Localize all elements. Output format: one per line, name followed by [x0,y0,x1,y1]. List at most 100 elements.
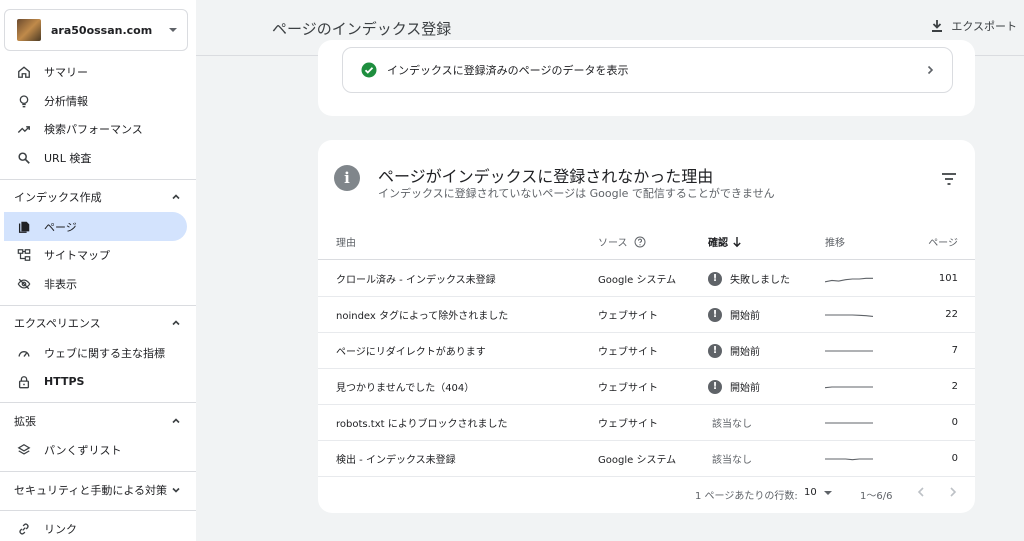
sidebar: ara50ossan.com サマリー 分析情報 検索パフォーマンス URL 検… [0,0,196,541]
reason-cell: robots.txt によりブロックされました [336,419,508,430]
sidebar-item-label: URL 検査 [44,151,92,165]
divider [0,305,196,306]
property-selector[interactable]: ara50ossan.com [4,9,188,51]
trend-cell [825,369,873,404]
validation-status: 開始前 [730,347,760,358]
home-icon [16,64,32,80]
column-label: ソース [598,238,628,249]
card-subtitle: インデックスに登録されていないページは Google で配信することができません [378,187,775,200]
validation-status: 開始前 [730,311,760,322]
sitemap-icon [16,247,32,263]
page-icon [16,219,32,235]
export-button[interactable]: エクスポート [929,18,1017,34]
sidebar-item-url-inspection[interactable]: URL 検査 [4,143,187,172]
filter-icon[interactable] [941,172,957,186]
source-cell: Google システム [598,275,677,286]
trend-sparkline [825,277,873,282]
section-security[interactable]: セキュリティと手動による対策 [0,475,196,505]
caret-down-icon [169,28,177,32]
validation-cell: ! 開始前 [708,333,760,368]
caret-down-icon[interactable] [824,491,832,495]
trend-line [825,277,873,282]
trend-sparkline [825,457,873,460]
trend-sparkline [825,349,873,352]
trend-cell [825,441,873,476]
sidebar-item-label: HTTPS [44,375,85,388]
pages-cell: 0 [951,453,958,464]
sidebar-item-label: リンク [44,522,77,536]
gauge-icon [16,345,32,361]
sidebar-item-https[interactable]: HTTPS [4,367,187,396]
trend-line [825,457,873,460]
sidebar-item-performance[interactable]: 検索パフォーマンス [4,114,187,143]
page-title: ページのインデックス登録 [272,20,452,38]
section-label: 拡張 [14,415,36,428]
column-header-pages[interactable]: ページ [928,224,958,259]
chevron-right-icon [927,65,934,75]
chevron-up-icon [172,194,180,200]
validation-cell: 該当なし [708,441,752,476]
reason-cell: 見つかりませんでした（404） [336,383,475,394]
trend-sparkline [825,385,873,388]
trend-line [825,313,873,317]
property-name: ara50ossan.com [51,23,153,37]
sidebar-item-label: パンくずリスト [44,443,122,457]
source-cell: ウェブサイト [598,383,658,394]
sidebar-item-summary[interactable]: サマリー [4,57,187,86]
section-enhancements[interactable]: 拡張 [0,406,196,436]
divider [0,179,196,180]
table-row[interactable]: noindex タグによって除外されました ウェブサイト! 開始前 22 [318,297,975,333]
validation-cell: ! 開始前 [708,369,760,404]
column-header-reason[interactable]: 理由 [336,224,356,259]
sidebar-item-insights[interactable]: 分析情報 [4,86,187,115]
divider [0,402,196,403]
table-row[interactable]: クロール済み - インデックス未登録 Google システム! 失敗しました 101 [318,261,975,297]
help-icon[interactable] [634,236,646,248]
sidebar-item-removals[interactable]: 非表示 [4,269,187,298]
reason-cell: noindex タグによって除外されました [336,311,509,322]
sidebar-item-pages[interactable]: ページ [4,212,187,241]
lock-icon [16,374,32,390]
check-circle-icon [361,62,377,78]
source-cell: ウェブサイト [598,419,658,430]
sidebar-item-breadcrumbs[interactable]: パンくずリスト [4,435,187,464]
sidebar-item-label: ウェブに関する主な指標 [44,346,165,360]
rows-per-page-select[interactable]: 10 [804,487,817,498]
column-label: 確認 [708,238,728,249]
table-row[interactable]: ページにリダイレクトがあります ウェブサイト! 開始前 7 [318,333,975,369]
sidebar-item-core-web-vitals[interactable]: ウェブに関する主な指標 [4,338,187,367]
validation-status: 開始前 [730,383,760,394]
pages-cell: 22 [945,309,958,320]
trend-cell [825,405,873,440]
pages-cell: 7 [951,345,958,356]
rows-per-page-label: 1 ページあたりの行数: [695,491,798,502]
reason-cell: クロール済み - インデックス未登録 [336,275,496,286]
column-header-source[interactable]: ソース [598,224,646,259]
validation-status: 該当なし [712,455,752,466]
sidebar-item-links[interactable]: リンク [4,514,187,541]
download-icon [932,20,943,32]
source-cell: ウェブサイト [598,347,658,358]
info-icon: i [334,165,360,191]
table-row[interactable]: 検出 - インデックス未登録 Google システム 該当なし 0 [318,441,975,477]
trend-cell [825,297,873,332]
pagination: 1 ページあたりの行数: 10 1～6/6 [318,480,975,506]
trend-cell [825,261,873,296]
section-indexing[interactable]: インデックス作成 [0,182,196,212]
table-row[interactable]: robots.txt によりブロックされました ウェブサイト 該当なし 0 [318,405,975,441]
sidebar-item-sitemaps[interactable]: サイトマップ [4,240,187,269]
view-indexed-pages-link[interactable]: インデックスに登録済みのページのデータを表示 [342,47,953,93]
chevron-up-icon [172,418,180,424]
column-header-validation[interactable]: 確認 [708,224,742,259]
table-row[interactable]: 見つかりませんでした（404） ウェブサイト ! 開始前 2 [318,369,975,405]
chevron-down-icon [172,487,180,493]
trending-up-icon [16,121,32,137]
card-title: ページがインデックスに登録されなかった理由 [378,167,714,186]
chevron-up-icon [172,320,180,326]
chevron-right-icon[interactable] [948,486,958,498]
page-range: 1～6/6 [860,491,893,502]
pages-cell: 2 [951,381,958,392]
chevron-left-icon[interactable] [916,486,926,498]
section-experience[interactable]: エクスペリエンス [0,308,196,338]
source-cell: ウェブサイト [598,311,658,322]
